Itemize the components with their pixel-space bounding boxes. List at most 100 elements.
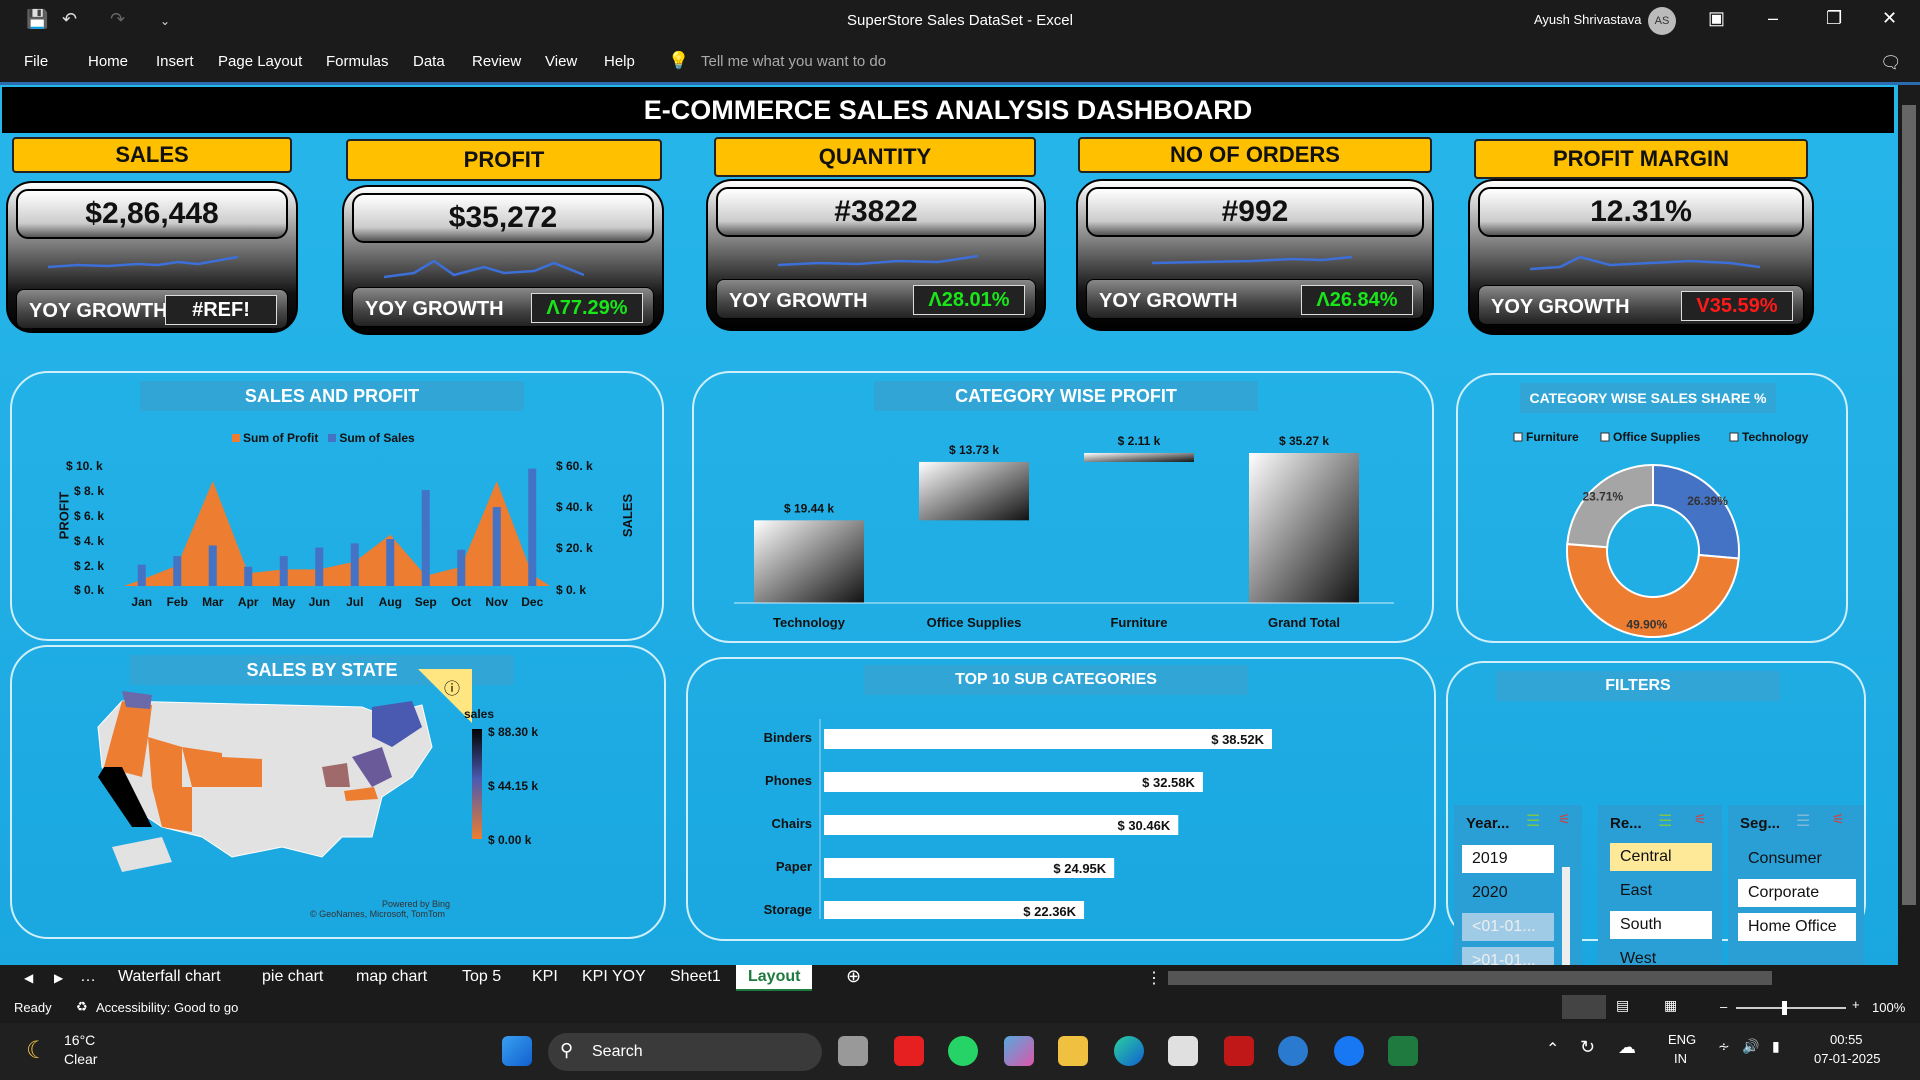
- lang-code[interactable]: ENG: [1668, 1032, 1696, 1047]
- horizontal-scrollbar[interactable]: [1168, 971, 1772, 985]
- battery-icon[interactable]: ▮: [1772, 1038, 1780, 1055]
- tab-scroll-left-icon[interactable]: ◀: [24, 971, 33, 985]
- sales-bar: [137, 564, 146, 586]
- wifi-icon[interactable]: ∻: [1718, 1038, 1730, 1055]
- facebook-icon[interactable]: [1334, 1036, 1364, 1066]
- slicer-item[interactable]: East: [1610, 877, 1712, 905]
- lang-region[interactable]: IN: [1674, 1051, 1687, 1066]
- youtube-icon[interactable]: [894, 1036, 924, 1066]
- info-icon[interactable]: ⓘ: [444, 675, 460, 699]
- map-legend-mid: $ 44.15 k: [488, 779, 539, 793]
- search-box[interactable]: ⚲ Search: [548, 1033, 822, 1071]
- map-legend-gradient: [472, 729, 482, 839]
- chevron-up-icon[interactable]: ⌃: [1546, 1039, 1559, 1059]
- weather-desc[interactable]: Clear: [64, 1051, 97, 1067]
- ribbon-display-icon[interactable]: ▣: [1708, 8, 1725, 29]
- start-icon[interactable]: [502, 1036, 532, 1066]
- close-icon[interactable]: ✕: [1882, 8, 1897, 29]
- cloud-icon[interactable]: ☁: [1618, 1037, 1636, 1058]
- sheet-tab[interactable]: Waterfall chart: [118, 968, 221, 986]
- tab-formulas[interactable]: Formulas: [326, 53, 389, 70]
- kpi-card-sales: $2,86,448 YOY GROWTH #REF!: [6, 181, 298, 333]
- multiselect-icon[interactable]: ☰: [1796, 811, 1810, 831]
- sheet-tab[interactable]: Sheet1: [670, 968, 721, 986]
- zoom-slider[interactable]: [1736, 1007, 1846, 1009]
- accessibility-icon[interactable]: ♻: [76, 999, 88, 1015]
- sheet-tab[interactable]: pie chart: [262, 968, 323, 986]
- tab-review[interactable]: Review: [472, 53, 521, 70]
- page-layout-view-icon[interactable]: ▤: [1616, 997, 1629, 1014]
- zoom-out-icon[interactable]: –: [1720, 999, 1727, 1014]
- clear-filter-icon[interactable]: ⚟: [1694, 811, 1707, 828]
- slicer-item[interactable]: >01-01...: [1462, 947, 1554, 965]
- restore-icon[interactable]: ❐: [1826, 8, 1842, 29]
- slicer-header: Year...: [1466, 815, 1510, 832]
- avatar[interactable]: AS: [1648, 7, 1676, 35]
- slicer-item[interactable]: Central: [1610, 843, 1712, 871]
- slicer-item[interactable]: 2019: [1462, 845, 1554, 873]
- help-icon[interactable]: [1278, 1036, 1308, 1066]
- slicer-item[interactable]: <01-01...: [1462, 913, 1554, 941]
- tab-data[interactable]: Data: [413, 53, 445, 70]
- file-explorer-icon[interactable]: [1058, 1036, 1088, 1066]
- sheet-tab[interactable]: Top 5: [462, 968, 501, 986]
- tab-more-icon[interactable]: …: [80, 968, 96, 986]
- tab-help[interactable]: Help: [604, 53, 635, 70]
- tab-scroll-right-icon[interactable]: ▶: [54, 971, 63, 985]
- slicer-item[interactable]: Home Office: [1738, 913, 1856, 941]
- scroll-thumb[interactable]: [1902, 105, 1916, 905]
- add-sheet-icon[interactable]: ⊕: [846, 966, 861, 987]
- slicer-scrollbar[interactable]: [1562, 867, 1570, 965]
- copilot-icon[interactable]: [1004, 1036, 1034, 1066]
- x-tick-label: Sep: [415, 595, 437, 609]
- user-name[interactable]: Ayush Shrivastava: [1534, 12, 1641, 27]
- y-tick: $ 8. k: [74, 484, 105, 498]
- normal-view-icon[interactable]: [1562, 995, 1606, 1019]
- accessibility-status[interactable]: Accessibility: Good to go: [96, 1000, 238, 1015]
- zoom-thumb[interactable]: [1782, 1001, 1787, 1015]
- tab-home[interactable]: Home: [88, 53, 128, 70]
- tell-me-input[interactable]: Tell me what you want to do: [701, 53, 886, 70]
- slicer-item[interactable]: South: [1610, 911, 1712, 939]
- multiselect-icon[interactable]: ☰: [1526, 811, 1540, 831]
- tab-view[interactable]: View: [545, 53, 577, 70]
- volume-icon[interactable]: 🔊: [1742, 1038, 1759, 1055]
- comments-icon[interactable]: 🗨: [1880, 53, 1902, 73]
- kpi-label-profit: PROFIT: [346, 139, 662, 181]
- tab-insert[interactable]: Insert: [156, 53, 194, 70]
- whatsapp-icon[interactable]: [948, 1036, 978, 1066]
- task-view-icon[interactable]: [838, 1036, 868, 1066]
- multiselect-icon[interactable]: ☰: [1658, 811, 1672, 831]
- mcafee-icon[interactable]: [1224, 1036, 1254, 1066]
- minimize-icon[interactable]: –: [1768, 8, 1778, 29]
- clock-time[interactable]: 00:55: [1830, 1032, 1863, 1047]
- clear-filter-icon[interactable]: ⚟: [1558, 811, 1571, 828]
- slicer-item[interactable]: West: [1610, 945, 1712, 965]
- tab-splitter-icon[interactable]: ⋮: [1146, 968, 1162, 988]
- vertical-scrollbar[interactable]: [1898, 85, 1920, 965]
- slicer-item[interactable]: Consumer: [1738, 845, 1856, 873]
- tab-page-layout[interactable]: Page Layout: [218, 53, 302, 70]
- zoom-level[interactable]: 100%: [1872, 1000, 1905, 1015]
- weather-temp[interactable]: 16°C: [64, 1032, 95, 1048]
- sheet-tab[interactable]: KPI: [532, 968, 558, 986]
- sheet-tab[interactable]: map chart: [356, 968, 427, 986]
- y-tick: $ 4. k: [74, 534, 105, 548]
- edge-icon[interactable]: [1114, 1036, 1144, 1066]
- clock-date[interactable]: 07-01-2025: [1814, 1051, 1881, 1066]
- bar: [824, 729, 1272, 749]
- store-icon[interactable]: [1168, 1036, 1198, 1066]
- legend-label: Technology: [1742, 430, 1809, 444]
- excel-icon[interactable]: [1388, 1036, 1418, 1066]
- clear-filter-icon[interactable]: ⚟: [1832, 811, 1845, 828]
- slicer-item[interactable]: Corporate: [1738, 879, 1856, 907]
- x-tick-label: May: [272, 595, 296, 609]
- panel-title: TOP 10 SUB CATEGORIES: [864, 665, 1248, 695]
- page-break-view-icon[interactable]: ▦: [1664, 997, 1677, 1014]
- sheet-tab[interactable]: KPI YOY: [582, 968, 646, 986]
- sync-icon[interactable]: ↻: [1580, 1037, 1595, 1058]
- slicer-item[interactable]: 2020: [1462, 879, 1554, 907]
- zoom-in-icon[interactable]: +: [1852, 997, 1860, 1012]
- tab-file[interactable]: File: [24, 53, 48, 70]
- sheet-tab-active[interactable]: Layout: [736, 965, 812, 991]
